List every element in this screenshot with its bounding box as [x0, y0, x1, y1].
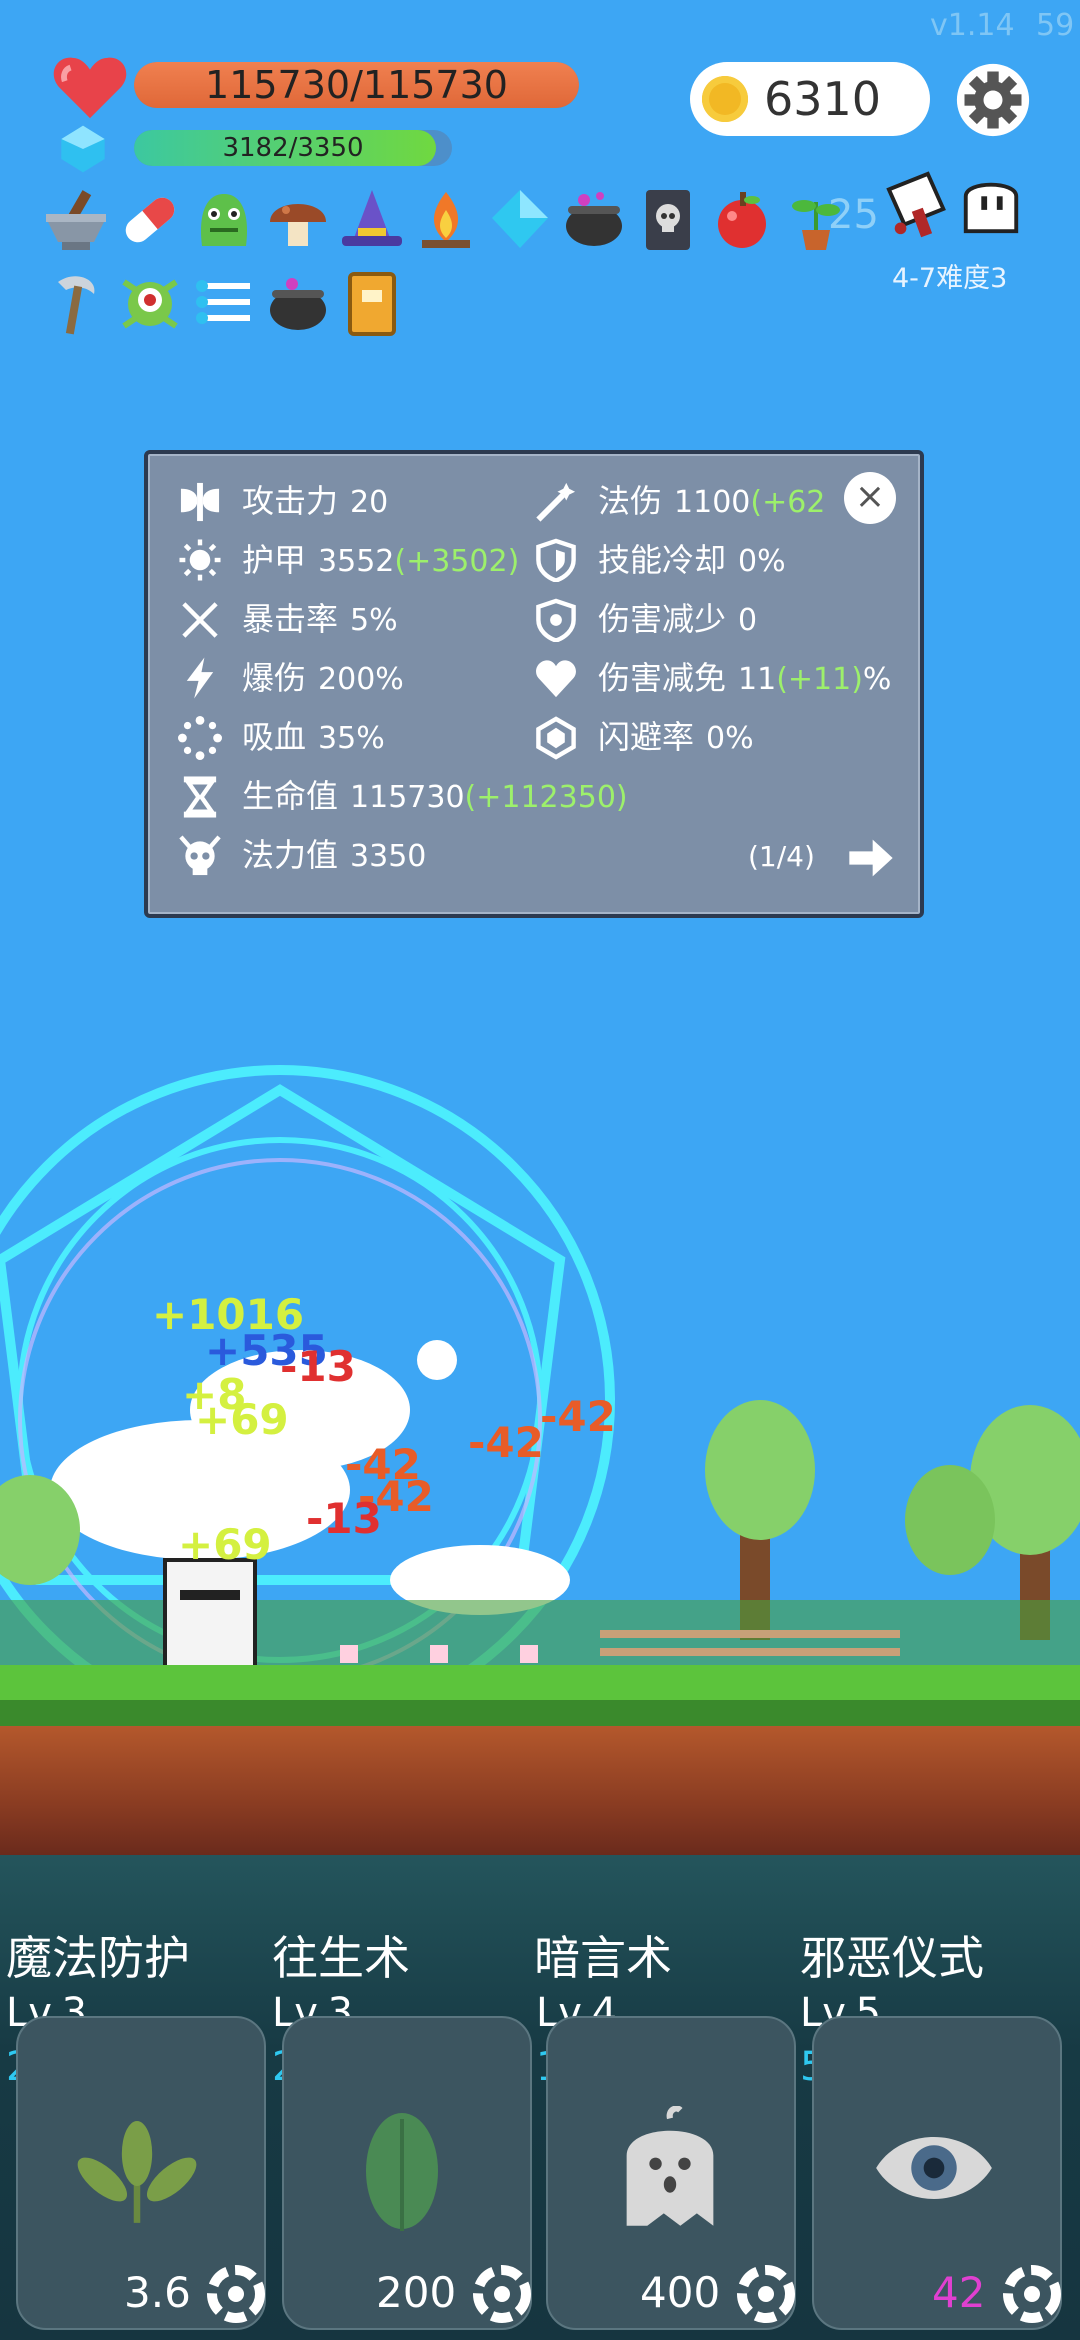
skill-name: 魔法防护 [6, 1931, 190, 1985]
damage-number: -13 [280, 1342, 356, 1391]
stat-mana: 法力值 3350 [242, 836, 427, 874]
golden-book-icon[interactable] [338, 270, 406, 338]
cleaver-enemy-icon[interactable] [880, 170, 960, 240]
damage-number: -42 [540, 1392, 616, 1441]
wizard-hat-icon[interactable] [338, 186, 406, 254]
skill-value: 200 [376, 2268, 457, 2317]
magic-wand-icon [536, 482, 576, 522]
skill-name: 往生术 [272, 1931, 410, 1985]
version-label: v1.14 [930, 8, 1015, 43]
skull-book-icon[interactable] [634, 186, 702, 254]
green-monster-icon[interactable] [190, 186, 258, 254]
hp-text: 115730/115730 [205, 63, 508, 107]
eye-monster-icon[interactable] [116, 270, 184, 338]
mana-crystal-icon [61, 125, 105, 173]
pill-icon[interactable] [116, 186, 184, 254]
cooldown-ring-icon [207, 2265, 265, 2323]
page-indicator: (1/4) [748, 840, 815, 873]
stat-crit-rate: 暴击率 5% [242, 600, 398, 638]
lightning-icon [186, 657, 214, 699]
stat-cooldown: 技能冷却 0% [598, 541, 786, 579]
ground-grass-edge [0, 1700, 1080, 1728]
cauldron-icon[interactable] [264, 270, 332, 338]
crossed-swords-icon [182, 602, 218, 638]
fps-counter: 59 [1036, 8, 1075, 43]
hexagon-gem-icon [536, 716, 576, 760]
mushroom-icon[interactable] [264, 186, 332, 254]
close-button[interactable]: × [844, 472, 896, 524]
cooldown-ring-icon [1003, 2265, 1061, 2323]
stat-armor: 护甲 3552(+3502) [242, 541, 520, 579]
shield-heart-icon [536, 598, 576, 642]
difficulty-label: 4-7难度3 [892, 263, 1008, 294]
horned-skull-icon [179, 835, 221, 876]
stat-damage-reduction: 伤害减少 0 [598, 600, 758, 638]
dotted-circle-icon [178, 716, 222, 760]
coin-icon [702, 76, 748, 122]
hourglass-icon [183, 776, 217, 818]
stat-lifesteal: 吸血 35% [242, 718, 385, 756]
item-row-1: 25 [38, 186, 908, 262]
ghost-icon [626, 2106, 714, 2226]
damage-number: -13 [306, 1494, 382, 1543]
faded-number: 25 [828, 192, 879, 238]
damage-number: -42 [468, 1418, 544, 1467]
cooldown-ring-icon [737, 2265, 795, 2323]
axe-icon [180, 482, 220, 522]
eye-icon [876, 2137, 992, 2199]
ground-grass [0, 1665, 1080, 1701]
skill-name: 邪恶仪式 [800, 1931, 984, 1985]
next-page-arrow-icon[interactable] [846, 836, 896, 880]
wind-lines-icon[interactable] [190, 270, 258, 338]
apple-icon[interactable] [708, 186, 776, 254]
ghost-enemy-icon[interactable] [958, 172, 1024, 240]
stat-hp: 生命值 115730(+112350) [242, 777, 628, 815]
stat-dodge: 闪避率 0% [598, 718, 754, 756]
cauldron-icon[interactable] [560, 186, 628, 254]
coin-value: 6310 [764, 72, 882, 126]
shield-icon [536, 538, 576, 582]
cooldown-ring-icon [473, 2265, 531, 2323]
ground-dirt [0, 1726, 1080, 1856]
mana-text: 3182/3350 [222, 133, 364, 163]
stat-crit-damage: 爆伤 200% [242, 659, 404, 697]
campfire-icon[interactable] [412, 186, 480, 254]
heart-outline-icon [536, 660, 576, 698]
leaf-icon [366, 2113, 438, 2231]
skill-name: 暗言术 [534, 1931, 672, 1985]
sun-armor-icon [179, 539, 221, 581]
skill-value: 3.6 [124, 2268, 191, 2317]
stat-attack: 攻击力 20 [242, 482, 389, 520]
heart-icon [53, 57, 127, 119]
stat-magic-damage: 法伤 1100(+62 [598, 482, 826, 520]
scythe-icon[interactable] [42, 270, 110, 338]
damage-number: +69 [195, 1395, 289, 1444]
skill-value: 42 [932, 2268, 986, 2317]
mortar-icon[interactable] [42, 186, 110, 254]
leaf-sprig-icon [77, 2121, 197, 2223]
damage-number: +69 [178, 1520, 272, 1569]
stat-damage-immunity: 伤害减免 11(+11)% [598, 659, 892, 697]
diamond-icon[interactable] [486, 186, 554, 254]
item-row-2 [38, 270, 908, 346]
skill-value: 400 [640, 2268, 721, 2317]
settings-gear-icon[interactable] [955, 62, 1031, 138]
